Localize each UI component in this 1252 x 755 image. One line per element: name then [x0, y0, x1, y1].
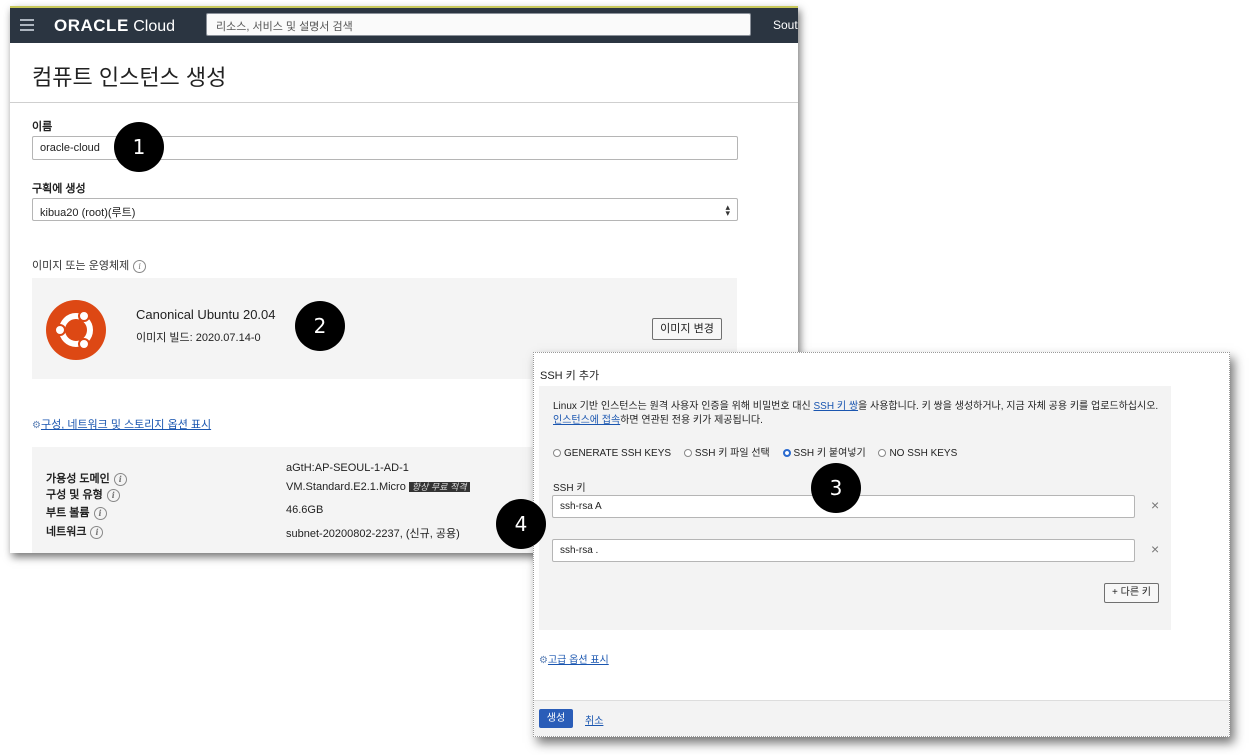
top-navigation-bar: ORACLE Cloud 리소스, 서비스 및 설명서 검색 South	[10, 6, 798, 43]
callout-1: 1	[114, 122, 164, 172]
radio-no-ssh-keys[interactable]: NO SSH KEYS	[878, 448, 957, 459]
ssh-key-value: ssh-rsa .	[560, 545, 599, 556]
settings-icon: ⚙	[539, 655, 548, 666]
select-arrows-icon: ▴ ▾	[725, 202, 730, 218]
ubuntu-logo-icon	[46, 300, 106, 360]
info-icon[interactable]: i	[113, 472, 127, 486]
ssh-key-pair-link[interactable]: SSH 키 쌍	[814, 401, 859, 412]
remove-key-icon[interactable]: ×	[1151, 497, 1159, 513]
summary-value: VM.Standard.E2.1.Micro 항상 무료 적격	[286, 480, 470, 493]
region-selector[interactable]: South	[773, 18, 798, 32]
search-input[interactable]: 리소스, 서비스 및 설명서 검색	[206, 13, 751, 36]
compartment-select[interactable]: kibua20 (root)(루트) ▴ ▾	[32, 198, 738, 221]
summary-key: 부트 볼륨 i	[46, 504, 107, 520]
name-field-value: oracle-cloud	[40, 142, 100, 154]
dialog-footer: 생성 취소	[534, 700, 1229, 736]
title-divider	[10, 102, 798, 103]
radio-icon	[683, 449, 692, 457]
summary-key: 구성 및 유형 i	[46, 486, 120, 502]
brand-suffix: Cloud	[128, 18, 176, 35]
image-os-label: 이미지 또는 운영체제 i	[32, 257, 147, 273]
cancel-link[interactable]: 취소	[585, 712, 603, 727]
callout-4: 4	[496, 499, 546, 549]
settings-icon: ⚙	[32, 420, 41, 431]
summary-value: 46.6GB	[286, 504, 324, 516]
compartment-label: 구획에 생성	[32, 183, 86, 195]
remove-key-icon[interactable]: ×	[1151, 541, 1159, 557]
always-free-badge: 항상 무료 적격	[408, 482, 470, 492]
radio-icon	[553, 449, 561, 457]
info-icon[interactable]: i	[90, 525, 104, 539]
info-icon[interactable]: i	[93, 506, 107, 520]
callout-3: 3	[811, 463, 861, 513]
oracle-cloud-logo[interactable]: ORACLE Cloud	[54, 16, 175, 36]
brand-name: ORACLE	[54, 16, 129, 35]
radio-icon	[878, 449, 887, 457]
ssh-description: Linux 기반 인스턴스는 원격 사용자 인증을 위해 비밀번호 대신 SSH…	[553, 401, 1159, 426]
summary-value: aGtH:AP-SEOUL-1-AD-1	[286, 462, 409, 474]
top-accent-line	[10, 6, 798, 8]
name-label: 이름	[32, 121, 53, 133]
radio-choose-key-file[interactable]: SSH 키 파일 선택	[683, 444, 770, 459]
show-advanced-options-link[interactable]: ⚙구성, 네트워크 및 스토리지 옵션 표시	[32, 416, 211, 432]
radio-paste-ssh-keys[interactable]: SSH 키 붙여넣기	[782, 444, 866, 459]
info-icon[interactable]: i	[106, 488, 120, 502]
ssh-key-options: GENERATE SSH KEYS SSH 키 파일 선택 SSH 키 붙여넣기…	[553, 444, 967, 459]
callout-2: 2	[295, 301, 345, 351]
summary-key: 네트워크 i	[46, 523, 104, 539]
compartment-value: kibua20 (root)(루트)	[40, 207, 136, 219]
ssh-key-value: ssh-rsa A	[560, 501, 602, 512]
ssh-key-label: SSH 키	[553, 483, 586, 494]
add-another-key-button[interactable]: + 다른 키	[1104, 583, 1159, 603]
change-image-button[interactable]: 이미지 변경	[652, 318, 722, 340]
show-advanced-options-link[interactable]: ⚙고급 옵션 표시	[539, 651, 609, 666]
create-button[interactable]: 생성	[539, 709, 573, 728]
hamburger-menu-icon[interactable]	[20, 19, 34, 31]
ssh-key-dialog: SSH 키 추가 Linux 기반 인스턴스는 원격 사용자 인증을 위해 비밀…	[533, 352, 1230, 737]
image-os-label-text: 이미지 또는 운영체제	[32, 260, 130, 272]
radio-generate-ssh-keys[interactable]: GENERATE SSH KEYS	[553, 448, 671, 459]
summary-key: 가용성 도메인 i	[46, 470, 127, 486]
connect-instance-link[interactable]: 인스턴스에 접속	[553, 415, 620, 426]
image-build: 이미지 빌드: 2020.07.14-0	[136, 332, 261, 344]
page-title: 컴퓨트 인스턴스 생성	[32, 65, 227, 90]
show-advanced-options-text: 고급 옵션 표시	[547, 655, 609, 666]
image-name: Canonical Ubuntu 20.04	[136, 307, 276, 322]
ssh-key-card: Linux 기반 인스턴스는 원격 사용자 인증을 위해 비밀번호 대신 SSH…	[539, 386, 1171, 630]
ssh-section-title: SSH 키 추가	[540, 370, 600, 382]
ssh-key-input[interactable]: ssh-rsa .	[552, 539, 1135, 562]
radio-selected-icon	[782, 449, 791, 457]
show-advanced-options-text: 구성, 네트워크 및 스토리지 옵션 표시	[40, 419, 212, 431]
search-placeholder: 리소스, 서비스 및 설명서 검색	[216, 21, 353, 33]
info-icon[interactable]: i	[133, 259, 147, 273]
summary-value: subnet-20200802-2237, (신규, 공용)	[286, 528, 460, 540]
